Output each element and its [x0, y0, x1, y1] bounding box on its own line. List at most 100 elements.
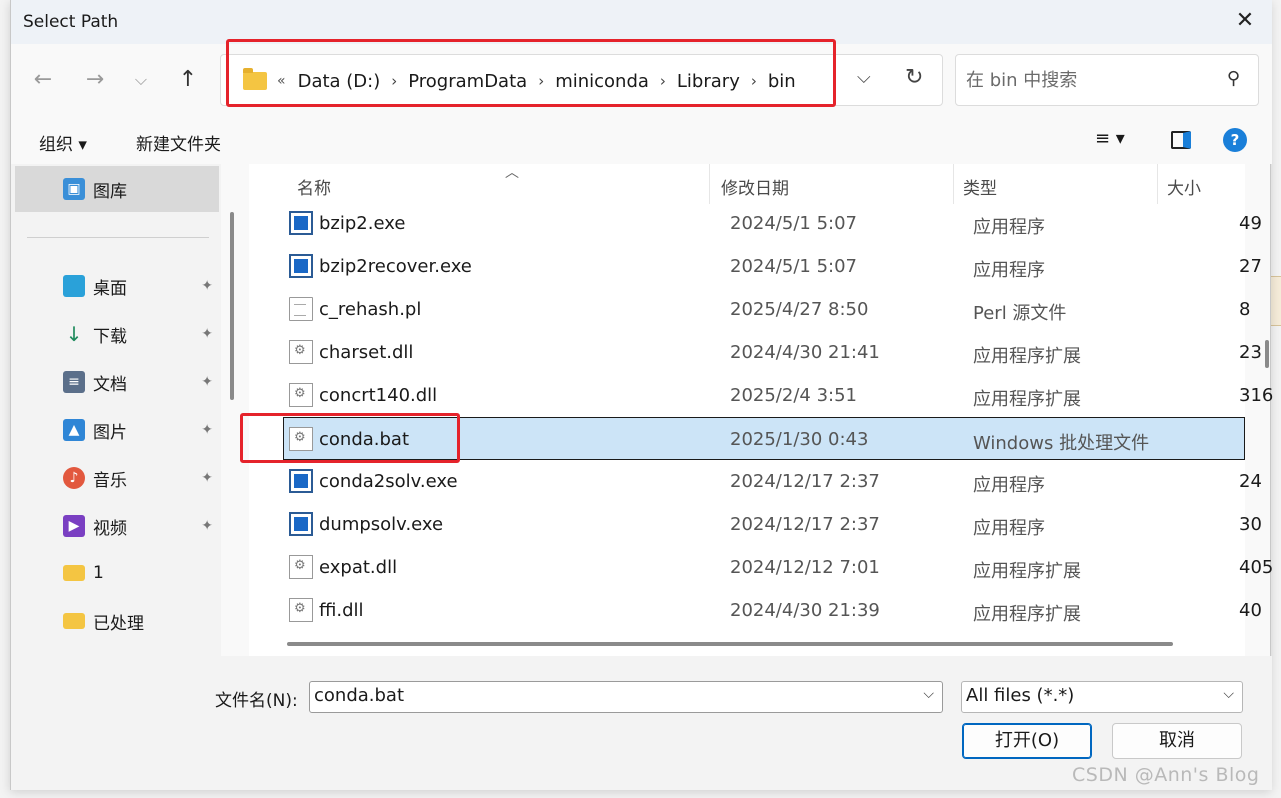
help-icon[interactable]: ? [1223, 128, 1247, 152]
column-header-name[interactable]: 名称 [297, 174, 331, 199]
chevron-down-icon[interactable]: ⌵ [1223, 686, 1234, 702]
gallery-icon: ▣ [63, 178, 85, 200]
search-input[interactable] [966, 68, 1216, 92]
file-row[interactable]: charset.dll 2024/4/30 21:41 应用程序扩展 23 [249, 331, 1262, 374]
pin-icon[interactable]: ✦ [201, 374, 213, 390]
file-modified-date: 2024/12/17 2:37 [730, 471, 880, 492]
file-size: 316 [1239, 385, 1274, 406]
filename-label: 文件名(N): [215, 691, 298, 711]
file-modified-date: 2024/12/17 2:37 [730, 514, 880, 535]
sidebar-item-music[interactable]: ♪ 音乐 ✦ [15, 455, 219, 501]
pin-icon[interactable]: ✦ [201, 422, 213, 438]
sidebar-item-label: 文档 [93, 374, 127, 395]
organize-menu-button[interactable]: 组织 ▾ [39, 130, 87, 155]
file-row[interactable]: concrt140.dll 2025/2/4 3:51 应用程序扩展 316 [249, 374, 1273, 417]
file-row[interactable]: c_rehash.pl 2025/4/27 8:50 Perl 源文件 8 [249, 288, 1250, 331]
filename-input[interactable]: conda.bat ⌵ [309, 681, 943, 713]
file-type: Windows 批处理文件 [973, 433, 1150, 454]
preview-pane-icon[interactable] [1171, 131, 1191, 149]
file-type: 应用程序扩展 [973, 389, 1081, 410]
file-row[interactable]: bzip2recover.exe 2024/5/1 5:07 应用程序 27 [249, 245, 1262, 288]
column-header-size[interactable]: 大小 [1167, 174, 1201, 199]
background-window-edge [1271, 276, 1281, 326]
column-divider[interactable] [709, 164, 710, 204]
up-arrow-icon[interactable]: ↑ [170, 62, 206, 98]
file-size: 24 [1239, 471, 1262, 492]
new-folder-button[interactable]: 新建文件夹 [136, 130, 221, 155]
sidebar-item-processed[interactable]: 已处理 [15, 598, 219, 644]
sidebar-item-pictures[interactable]: ▲ 图片 ✦ [15, 407, 219, 453]
close-icon[interactable]: ✕ [1232, 8, 1258, 34]
pin-icon[interactable]: ✦ [201, 518, 213, 534]
file-type: 应用程序 [973, 217, 1045, 238]
sort-indicator-icon: ︿ [505, 165, 519, 181]
column-header-modified[interactable]: 修改日期 [721, 174, 789, 199]
sidebar-item-desktop[interactable]: 桌面 ✦ [15, 263, 219, 309]
file-name: bzip2recover.exe [319, 256, 472, 277]
column-divider[interactable] [1157, 164, 1158, 204]
selected-file-highlight-box [240, 413, 460, 463]
music-icon: ♪ [63, 467, 85, 489]
file-modified-date: 2025/1/30 0:43 [730, 429, 869, 450]
vertical-scrollbar[interactable] [1265, 340, 1269, 368]
settings-file-icon [289, 383, 313, 407]
sidebar-item-videos[interactable]: ▶ 视频 ✦ [15, 503, 219, 549]
pin-icon[interactable]: ✦ [201, 326, 213, 342]
sidebar-item-downloads[interactable]: ↓ 下载 ✦ [15, 311, 219, 357]
watermark: CSDN @Ann's Blog [1072, 764, 1260, 786]
file-modified-date: 2024/12/12 7:01 [730, 557, 880, 578]
text-file-icon [289, 297, 313, 321]
file-row[interactable]: expat.dll 2024/12/12 7:01 应用程序扩展 405 [249, 546, 1273, 589]
file-size: 23 [1239, 342, 1262, 363]
sidebar-item-folder-1[interactable]: 1 [15, 550, 219, 596]
address-highlight-box [226, 39, 836, 107]
file-size: 49 [1239, 213, 1262, 234]
recent-locations-chevron-icon[interactable]: ⌵ [123, 62, 159, 98]
file-row[interactable]: conda2solv.exe 2024/12/17 2:37 应用程序 24 [249, 460, 1262, 503]
download-icon: ↓ [65, 322, 83, 346]
file-type: 应用程序 [973, 260, 1045, 281]
file-size: 30 [1239, 514, 1262, 535]
pin-icon[interactable]: ✦ [201, 278, 213, 294]
file-list: ︿ 名称 修改日期 类型 大小 bzip2.exe 2024/5/1 5:07 应用… [249, 164, 1273, 656]
search-icon[interactable]: ⚲ [1227, 68, 1240, 89]
file-row[interactable]: ffi.dll 2024/4/30 21:39 应用程序扩展 40 [249, 589, 1262, 632]
sidebar-scrollbar[interactable] [230, 212, 234, 400]
forward-arrow-icon[interactable]: → [77, 62, 113, 98]
pictures-icon: ▲ [63, 419, 85, 441]
refresh-icon[interactable]: ↻ [905, 65, 923, 90]
view-options-icon[interactable]: ≡ ▾ [1095, 128, 1125, 149]
address-dropdown-icon[interactable]: ⌵ [857, 67, 871, 88]
file-name: bzip2.exe [319, 213, 406, 234]
search-box[interactable]: ⚲ [955, 54, 1259, 106]
sidebar-item-gallery[interactable]: ▣ 图库 [15, 166, 219, 212]
open-button[interactable]: 打开(O) [962, 723, 1092, 759]
settings-file-icon [289, 598, 313, 622]
file-type: 应用程序 [973, 518, 1045, 539]
sidebar-item-label: 图库 [93, 181, 127, 202]
exe-file-icon [289, 211, 313, 235]
column-header-type[interactable]: 类型 [963, 174, 997, 199]
documents-icon: ≡ [63, 371, 85, 393]
command-toolbar: 组织 ▾ 新建文件夹 ≡ ▾ ? [11, 118, 1272, 164]
filetype-select[interactable]: All files (*.*) ⌵ [961, 681, 1243, 713]
file-type: Perl 源文件 [973, 303, 1067, 324]
file-size: 27 [1239, 256, 1262, 277]
pin-icon[interactable]: ✦ [201, 470, 213, 486]
filetype-value: All files (*.*) [966, 685, 1075, 706]
sidebar-item-label: 音乐 [93, 470, 127, 491]
cancel-button[interactable]: 取消 [1112, 723, 1242, 759]
file-type: 应用程序 [973, 475, 1045, 496]
column-divider[interactable] [953, 164, 954, 204]
file-name: ffi.dll [319, 600, 364, 621]
navigation-pane: ▣ 图库 桌面 ✦ ↓ 下载 ✦ ≡ 文档 ✦ ▲ 图片 ✦ ♪ 音乐 ✦ ▶ … [11, 164, 221, 656]
back-arrow-icon[interactable]: ← [25, 62, 61, 98]
sidebar-item-documents[interactable]: ≡ 文档 ✦ [15, 359, 219, 405]
horizontal-scrollbar[interactable] [287, 642, 1173, 646]
file-row[interactable]: bzip2.exe 2024/5/1 5:07 应用程序 49 [249, 202, 1262, 245]
file-row[interactable]: dumpsolv.exe 2024/12/17 2:37 应用程序 30 [249, 503, 1262, 546]
exe-file-icon [289, 469, 313, 493]
chevron-down-icon[interactable]: ⌵ [923, 686, 934, 702]
file-type: 应用程序扩展 [973, 346, 1081, 367]
settings-file-icon [289, 555, 313, 579]
